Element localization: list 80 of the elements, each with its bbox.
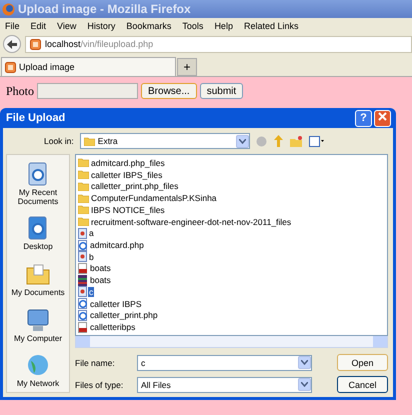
directory-entry[interactable]: boats: [89, 263, 112, 274]
file-name-value: c: [141, 358, 146, 368]
tab-icon: [5, 62, 16, 72]
directory-entry[interactable]: b: [88, 252, 95, 262]
directory-entry[interactable]: calletter_print.php: [89, 310, 159, 320]
horizontal-scrollbar[interactable]: [75, 336, 388, 348]
open-button[interactable]: Open: [337, 354, 388, 371]
new-tab-button[interactable]: +: [177, 58, 197, 76]
folder-icon: [78, 205, 89, 214]
file-type-dropdown[interactable]: All Files: [137, 376, 312, 392]
menu-item[interactable]: Tools: [182, 20, 204, 30]
folder-icon: [78, 158, 89, 168]
address-bar[interactable]: localhost/vin/fileupload.php: [25, 36, 412, 52]
file-name-label: File name:: [75, 358, 116, 368]
dropdown-button[interactable]: [298, 378, 311, 391]
directory-entry[interactable]: IBPS NOTICE_files: [90, 204, 166, 215]
file-type-label: Files of type:: [75, 380, 124, 390]
pdf-file-icon: [78, 262, 88, 274]
folder-icon: [78, 182, 89, 191]
photo-label: Photo: [6, 84, 34, 98]
dropdown-button[interactable]: [298, 356, 311, 369]
directory-entry[interactable]: admitcard.php: [89, 240, 145, 250]
directory-entry[interactable]: calletter_print.php_files: [90, 181, 180, 192]
menu-item[interactable]: Help: [214, 20, 233, 30]
file-type-value: All Files: [141, 380, 171, 390]
view-menu-icon[interactable]: [308, 136, 324, 146]
browser-logo-icon: [2, 2, 15, 16]
directory-entry[interactable]: boats: [89, 275, 112, 286]
menu-item[interactable]: History: [87, 20, 116, 30]
cancel-button[interactable]: Cancel: [337, 376, 388, 393]
menu-item[interactable]: Edit: [30, 20, 46, 30]
file-name-field[interactable]: c: [137, 354, 312, 370]
web-page-icon: [78, 310, 88, 321]
menu-item[interactable]: Related Links: [244, 20, 298, 30]
browse-button[interactable]: Browse...: [141, 83, 197, 99]
image-file-icon: [78, 228, 87, 239]
menu-item[interactable]: View: [57, 20, 76, 30]
places-item[interactable]: My Recent Documents: [7, 161, 69, 207]
url-text: localhost/vin/fileupload.php: [45, 39, 154, 49]
web-page-icon: [78, 298, 88, 310]
directory-entry[interactable]: recruitment-software-engineer-dot-net-nov-2011_files: [90, 216, 292, 227]
directory-entry[interactable]: calletter IBPS: [89, 298, 142, 309]
web-page-icon: [78, 240, 88, 250]
file-path-field[interactable]: [37, 83, 138, 99]
back-button[interactable]: [3, 35, 21, 53]
computer-icon: [25, 306, 51, 333]
look-in-label: Look in:: [44, 136, 74, 146]
directory-entry[interactable]: c: [88, 286, 94, 297]
image-file-icon: [78, 251, 87, 262]
close-button[interactable]: [374, 110, 391, 126]
new-folder-icon[interactable]: [290, 136, 303, 146]
folder-icon: [84, 136, 95, 146]
help-button[interactable]: ?: [355, 110, 372, 126]
archive-file-icon: [78, 274, 88, 286]
menu-item[interactable]: Bookmarks: [126, 20, 172, 30]
places-item[interactable]: My Computer: [7, 306, 69, 344]
places-item[interactable]: My Documents: [7, 260, 69, 298]
directory-entry[interactable]: calletter IBPS_files: [90, 170, 164, 180]
look-in-dropdown[interactable]: Extra: [80, 133, 250, 149]
image-file-icon: [78, 286, 87, 298]
pdf-file-icon: [78, 322, 88, 333]
look-in-value: Extra: [98, 136, 118, 146]
menu-item[interactable]: File: [5, 20, 20, 30]
directory-entry[interactable]: calletteribps: [89, 322, 136, 332]
folder-icon: [78, 217, 89, 226]
directory-entry[interactable]: ComputerFundamentalsP.KSinha: [90, 193, 218, 204]
places-item[interactable]: My Network: [7, 352, 69, 389]
window-title: Upload image - Mozilla Firefox: [18, 2, 191, 16]
back-arrow-icon: [7, 40, 17, 48]
places-item[interactable]: Desktop: [7, 215, 69, 252]
folder-icon: [78, 194, 89, 203]
dialog-title: File Upload: [6, 112, 66, 124]
site-icon: [30, 38, 41, 50]
submit-button[interactable]: submit: [200, 83, 244, 99]
folder-icon: [78, 170, 89, 180]
directory-entry[interactable]: admitcard.php_files: [90, 158, 166, 168]
browser-tab[interactable]: Upload image: [1, 57, 176, 76]
directory-entry[interactable]: a: [88, 228, 95, 238]
dropdown-button[interactable]: [236, 134, 249, 148]
close-icon: [378, 112, 387, 121]
